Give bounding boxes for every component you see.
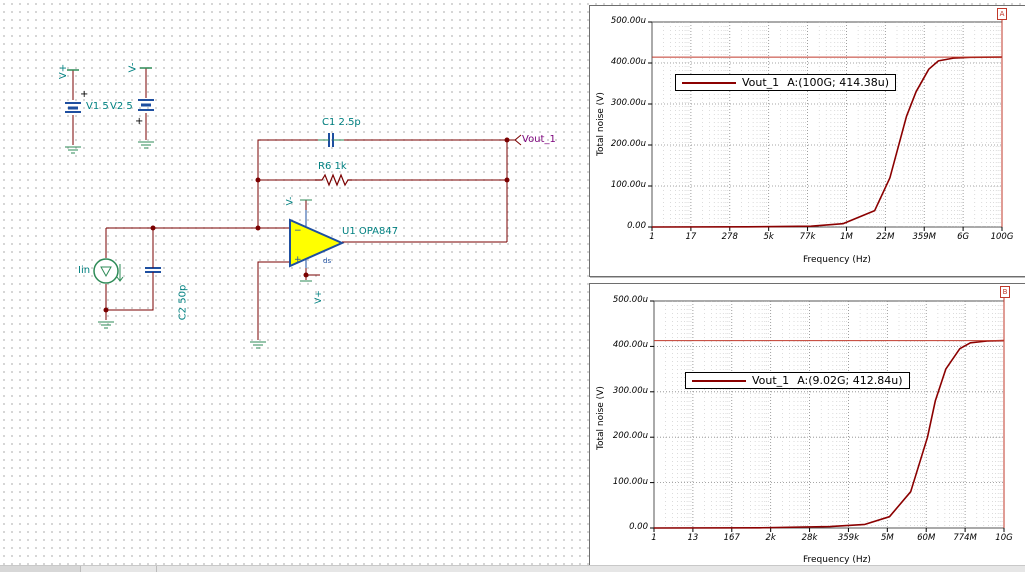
- chart-b-cursor-marker[interactable]: B: [1000, 286, 1010, 298]
- vout-label: Vout_1: [522, 134, 556, 145]
- chart-b-plot[interactable]: [590, 284, 1025, 566]
- r6-label: R6 1k: [318, 161, 347, 172]
- chart-0-ytick-label: 500.00u: [610, 16, 646, 26]
- svg-text:+: +: [294, 255, 302, 265]
- legend-swatch: [682, 81, 736, 84]
- v2-ground-icon: [138, 141, 154, 149]
- v1-plus-label: +: [80, 89, 89, 100]
- chart-1-ytick-label: 400.00u: [612, 340, 648, 351]
- chart-a-cursor-readout: A:(100G; 414.38u): [787, 76, 889, 89]
- v1-name-label: V1 5: [86, 101, 109, 112]
- chart-1-xtick-label: 5M: [880, 533, 894, 543]
- opamp-bottom-rail-label: V+: [313, 290, 324, 304]
- chart-b-legend[interactable]: Vout_1 A:(9.02G; 412.84u): [685, 372, 910, 389]
- opamp-ds-label: ds: [323, 257, 332, 265]
- c2-label: C2 50p: [177, 284, 189, 321]
- chart-0-xtick-label: 17: [685, 232, 697, 242]
- chart-0-xtick-label: 5k: [763, 232, 774, 242]
- v2-rail-label: V-: [127, 62, 139, 73]
- chart-1-xtick-label: 774M: [953, 533, 977, 543]
- chart-0-xtick-label: 359M: [912, 232, 936, 242]
- chart-0-ytick-label: 100.00u: [610, 180, 646, 190]
- chart-0-xtick-label: 22M: [876, 232, 895, 242]
- chart-0-frame: [651, 21, 1003, 228]
- chart-1-ytick-label: 0.00: [629, 522, 648, 532]
- v2-source[interactable]: [138, 67, 154, 140]
- c2-capacitor[interactable]: [145, 262, 161, 290]
- c1-label: C1 2.5p: [322, 117, 361, 128]
- ground-opamp-icon: [250, 341, 266, 349]
- chart-1-xtick-label: 60M: [917, 533, 936, 543]
- chart-1-xtick-label: 13: [687, 533, 699, 543]
- status-segment-1: [0, 566, 81, 572]
- chart-b-ylabel: Total noise (V): [596, 386, 606, 450]
- v1-ground-icon: [65, 146, 81, 154]
- chart-1-ytick-label: 300.00u: [612, 385, 648, 396]
- chart-1-ytick-label: 100.00u: [612, 476, 648, 487]
- chart-1-xtick-label: 10G: [995, 533, 1013, 543]
- schematic-drawing[interactable]: − +: [0, 0, 590, 565]
- chart-b-xlabel: Frequency (Hz): [803, 555, 871, 565]
- chart-1-xtick-label: 28k: [801, 533, 818, 543]
- ground-iin-icon: [98, 321, 114, 329]
- vout-terminal-icon: [514, 134, 522, 146]
- v1-source[interactable]: [65, 69, 81, 145]
- chart-0-xtick-label: 278: [721, 232, 738, 242]
- chart-a-legend[interactable]: Vout_1 A:(100G; 414.38u): [675, 74, 896, 91]
- v2-plus-label: +: [135, 116, 144, 127]
- v2-name-label: V2 5: [110, 101, 133, 112]
- chart-0-ytick-label: 200.00u: [610, 139, 646, 149]
- r6-resistor[interactable]: [315, 173, 352, 187]
- v1-rail-label: V+: [58, 63, 70, 80]
- chart-1-frame: [653, 300, 1005, 529]
- chart-b-cursor-readout: A:(9.02G; 412.84u): [797, 374, 903, 387]
- chart-1-ytick-label: 200.00u: [612, 431, 648, 442]
- legend-swatch: [692, 379, 746, 382]
- chart-1-xtick-label: 167: [723, 533, 740, 543]
- opamp-name-label: U1 OPA847: [342, 226, 399, 237]
- chart-b-legend-series: Vout_1: [752, 374, 790, 387]
- chart-0-xtick-label: 1M: [840, 232, 853, 242]
- iin-source[interactable]: [93, 258, 124, 284]
- status-segment-2: [82, 566, 157, 572]
- chart-0-ytick-label: 300.00u: [610, 98, 646, 108]
- chart-a-legend-series: Vout_1: [742, 76, 780, 89]
- chart-1-ytick-label: 500.00u: [612, 295, 648, 305]
- chart-1-xtick-label: 1: [651, 533, 657, 543]
- chart-0-xtick-label: 77k: [799, 232, 816, 242]
- chart-0-ytick-label: 400.00u: [610, 57, 646, 67]
- chart-a-cursor-marker[interactable]: A: [997, 8, 1007, 20]
- chart-1-xtick-label: 2k: [765, 533, 776, 543]
- chart-panel-a[interactable]: Total noise (V) Frequency (Hz) Vout_1 A:…: [589, 5, 1025, 277]
- chart-1-xtick-label: 359k: [837, 533, 860, 543]
- iin-label: Iin: [78, 265, 91, 276]
- opamp-u1[interactable]: − +: [289, 210, 345, 268]
- chart-0-ytick-label: 0.00: [627, 221, 646, 231]
- chart-0-xtick-label: 1: [649, 232, 655, 242]
- opamp-top-rail-label: V-: [285, 196, 296, 206]
- chart-panel-b[interactable]: Total noise (V) Frequency (Hz) Vout_1 A:…: [589, 283, 1025, 567]
- svg-text:−: −: [294, 226, 302, 236]
- chart-a-ylabel: Total noise (V): [596, 92, 606, 156]
- chart-0-xtick-label: 6G: [957, 232, 970, 242]
- chart-a-xlabel: Frequency (Hz): [803, 255, 871, 265]
- chart-0-xtick-label: 100G: [990, 232, 1014, 242]
- c1-capacitor[interactable]: [318, 133, 344, 147]
